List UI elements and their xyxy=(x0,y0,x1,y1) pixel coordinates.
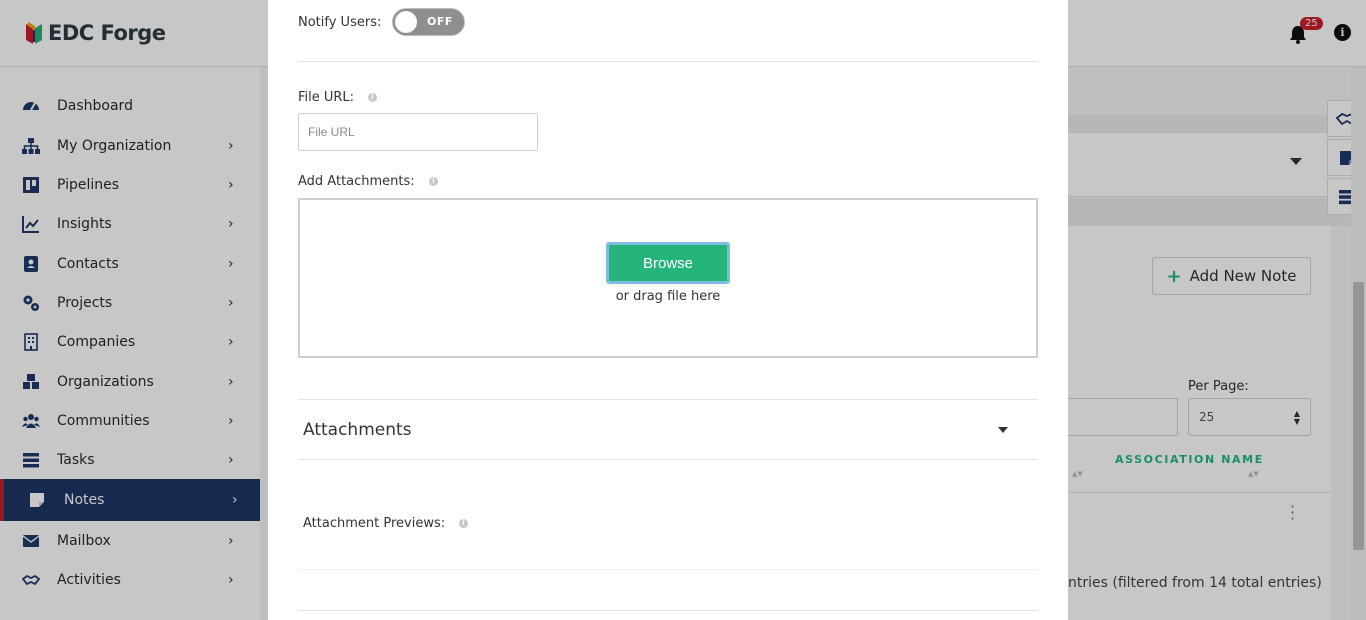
add-attachments-label: Add Attachments: xyxy=(298,174,415,189)
file-url-label: File URL: xyxy=(298,90,355,105)
attachments-title: Attachments xyxy=(303,420,412,440)
toggle-knob xyxy=(395,11,417,33)
caret-down-icon[interactable] xyxy=(998,427,1008,433)
toggle-state-text: OFF xyxy=(427,15,453,28)
file-url-input[interactable] xyxy=(298,113,538,151)
drag-file-hint: or drag file here xyxy=(615,289,721,304)
notify-users-toggle[interactable]: OFF xyxy=(392,8,465,36)
file-url-info-icon[interactable]: i xyxy=(368,93,377,102)
notify-users-label: Notify Users: xyxy=(298,15,382,30)
browse-button[interactable]: Browse xyxy=(606,242,730,284)
add-attachments-info-icon[interactable]: i xyxy=(429,177,438,186)
attachment-previews-label: Attachment Previews: xyxy=(303,516,446,531)
attachment-previews-info-icon[interactable]: i xyxy=(459,519,468,528)
attachments-section-header[interactable]: Attachments xyxy=(298,399,1038,460)
divider xyxy=(298,61,1038,62)
add-note-modal: Notify Users: OFF File URL: i Add Attach… xyxy=(268,0,1068,620)
attachments-section-body: Attachment Previews: i xyxy=(298,460,1038,570)
divider xyxy=(298,610,1038,611)
